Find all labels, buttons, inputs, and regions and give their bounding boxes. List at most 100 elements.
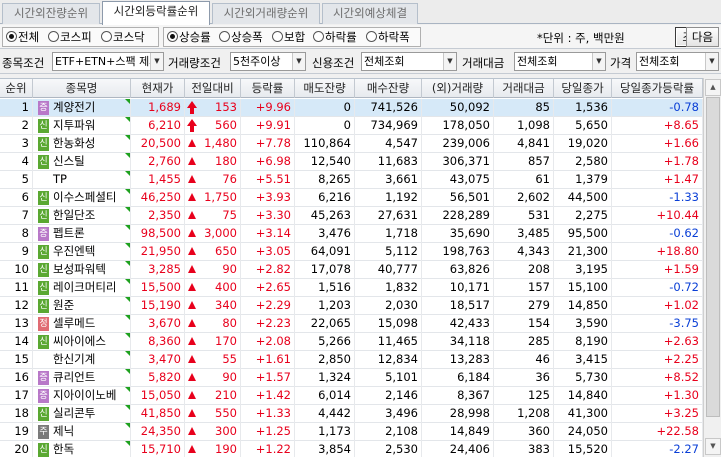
cell-close-rate: +1.47: [612, 171, 703, 189]
price-condition-select[interactable]: 전체조회 ▼: [636, 52, 719, 71]
table-row[interactable]: 17 증 지아이이노베 15,050 210 +1.42 6,014 2,146 8,367 12…: [0, 387, 703, 405]
volume-condition-select[interactable]: 5천주이상 ▼: [230, 52, 306, 71]
radio-sort-fall-amount[interactable]: 하락폭: [366, 29, 410, 45]
cell-amount: 2,602: [494, 189, 554, 207]
tab-overtime-change-rate[interactable]: 시간외등락률순위: [102, 1, 210, 25]
table-row[interactable]: 2 신 지투파워 6,210 560 +9.91 0 734,969 178,050 1,098 5…: [0, 117, 703, 135]
radio-dot-icon: [101, 31, 112, 42]
table-row[interactable]: 15 한신기계 3,470 55 +1.61 2,850 12,834 13,283 46 3,4…: [0, 351, 703, 369]
cell-close: 8,190: [554, 333, 612, 351]
radio-sort-flat[interactable]: 보합: [272, 29, 305, 45]
vertical-scrollbar[interactable]: ▲ ▼: [703, 78, 721, 457]
amount-condition-select[interactable]: 전체조회 ▼: [514, 52, 606, 71]
scroll-thumb[interactable]: [706, 97, 720, 417]
cell-price: 6,210: [131, 117, 185, 135]
next-button[interactable]: 다음: [686, 27, 719, 47]
table-row[interactable]: 14 신 씨아이에스 8,360 170 +2.08 5,266 11,465 34,118 28…: [0, 333, 703, 351]
column-header-change[interactable]: 전일대비: [185, 79, 241, 98]
tab-overtime-remaining[interactable]: 시간외잔량순위: [2, 3, 100, 24]
cell-change: 550: [185, 405, 241, 423]
stock-name[interactable]: 지투파워: [53, 118, 95, 132]
cell-volume: 43,075: [422, 171, 494, 189]
tab-overtime-expected[interactable]: 시간외예상체결: [322, 3, 418, 24]
volume-value: 42,433: [449, 316, 490, 330]
cell-close: 3,415: [554, 351, 612, 369]
stock-name[interactable]: 보성파워텍: [53, 262, 106, 276]
close-value: 8,190: [575, 334, 608, 348]
table-row[interactable]: 6 신 이수스페셜티 46,250 1,750 +3.93 6,216 1,192 56,501…: [0, 189, 703, 207]
stock-name[interactable]: 씨아이에스: [53, 334, 106, 348]
scroll-down-icon[interactable]: ▼: [705, 438, 721, 455]
table-row[interactable]: 16 증 큐리언트 5,820 90 +1.57 1,324 5,101 6,184 36 5,73…: [0, 369, 703, 387]
stock-name[interactable]: 신스틸: [53, 154, 85, 168]
rank-value: 20: [14, 442, 29, 456]
table-row[interactable]: 5 TP 1,455 76 +5.51 8,265 3,661 43,075 61 1,379 +1…: [0, 171, 703, 189]
stock-name[interactable]: 큐리언트: [53, 370, 95, 384]
item-condition-select[interactable]: ETF+ETN+스팩 제외 ▼: [52, 52, 164, 71]
column-header-name[interactable]: 종목명: [33, 79, 131, 98]
column-header-ask[interactable]: 매도잔량: [295, 79, 355, 98]
cell-ask: 64,091: [295, 243, 355, 261]
column-header-price[interactable]: 현재가: [131, 79, 185, 98]
stock-name[interactable]: 한독: [53, 442, 74, 456]
radio-market-kosdaq[interactable]: 코스닥: [101, 29, 145, 45]
column-header-amount[interactable]: 거래대금: [494, 79, 554, 98]
cell-close: 5,650: [554, 117, 612, 135]
table-row[interactable]: 8 증 펩트론 98,500 3,000 +3.14 3,476 1,718 35,690 3,4…: [0, 225, 703, 243]
radio-market-all[interactable]: 전체: [6, 29, 39, 45]
up-triangle-icon: [188, 319, 196, 327]
stock-name[interactable]: 펩트론: [53, 226, 85, 240]
stock-name[interactable]: 우진엔텍: [53, 244, 95, 258]
stock-name[interactable]: 지아이이노베: [53, 388, 116, 402]
column-header-volume[interactable]: (외)거래량: [422, 79, 494, 98]
table-row[interactable]: 7 신 한일단조 2,350 75 +3.30 45,263 27,631 228,289 531…: [0, 207, 703, 225]
cell-price: 41,850: [131, 405, 185, 423]
amount-value: 383: [528, 442, 550, 456]
table-row[interactable]: 19 주 제닉 24,350 300 +1.25 1,173 2,108 14,849 360 24…: [0, 423, 703, 441]
cell-close-rate: +2.63: [612, 333, 703, 351]
table-row[interactable]: 1 증 계양전기 1,689 153 +9.96 0 741,526 50,092 85 1,536…: [0, 99, 703, 117]
table-row[interactable]: 10 신 보성파워텍 3,285 90 +2.82 17,078 40,777 63,826 20…: [0, 261, 703, 279]
stock-name[interactable]: 원준: [53, 298, 74, 312]
table-row[interactable]: 9 신 우진엔텍 21,950 650 +3.05 64,091 5,112 198,763 4,…: [0, 243, 703, 261]
stock-name[interactable]: 실리콘투: [53, 406, 95, 420]
stock-name[interactable]: 제닉: [53, 424, 74, 438]
filter-bar: 종목조건 ETF+ETN+스팩 제외 ▼ 거래량조건 5천주이상 ▼ 신용조건 전체…: [0, 50, 721, 74]
credit-condition-select[interactable]: 전체조회 ▼: [361, 52, 457, 71]
stock-name[interactable]: TP: [53, 172, 67, 186]
radio-market-kospi[interactable]: 코스피: [48, 29, 92, 45]
table-row[interactable]: 13 정 셀루메드 3,670 80 +2.23 22,065 15,098 42,433 154…: [0, 315, 703, 333]
table-row[interactable]: 3 신 한농화성 20,500 1,480 +7.78 110,864 4,547 239,00…: [0, 135, 703, 153]
stock-name[interactable]: 이수스페셜티: [53, 190, 116, 204]
table-row[interactable]: 12 신 원준 15,190 340 +2.29 1,203 2,030 18,517 279 14…: [0, 297, 703, 315]
stock-name[interactable]: 계양전기: [53, 100, 95, 114]
change-value: 300: [215, 424, 237, 438]
column-header-rank[interactable]: 순위: [0, 79, 33, 98]
column-header-rate[interactable]: 등락률: [241, 79, 295, 98]
cell-name: 신 보성파워텍: [33, 261, 131, 279]
radio-dot-icon: [167, 31, 178, 42]
stock-name[interactable]: 한일단조: [53, 208, 95, 222]
table-row[interactable]: 18 신 실리콘투 41,850 550 +1.33 4,442 3,496 28,998 1,2…: [0, 405, 703, 423]
close-value: 95,500: [567, 226, 608, 240]
column-header-bid[interactable]: 매수잔량: [355, 79, 422, 98]
bid-value: 15,098: [377, 316, 418, 330]
table-row[interactable]: 11 신 레이크머티리 15,500 400 +2.65 1,516 1,832 10,171 1…: [0, 279, 703, 297]
radio-sort-fall-rate[interactable]: 하락률: [313, 29, 357, 45]
rank-value: 16: [14, 370, 29, 384]
radio-sort-rise-rate[interactable]: 상승률: [167, 29, 211, 45]
column-header-close-rate[interactable]: 당일종가등락률: [612, 79, 703, 98]
table-row[interactable]: 4 신 신스틸 2,760 180 +6.98 12,540 11,683 306,371 857…: [0, 153, 703, 171]
radio-sort-rise-amount[interactable]: 상승폭: [219, 29, 263, 45]
stock-name[interactable]: 셀루메드: [53, 316, 95, 330]
cell-close: 1,536: [554, 99, 612, 117]
cell-bid: 15,098: [355, 315, 422, 333]
column-header-close[interactable]: 당일종가: [554, 79, 612, 98]
scroll-up-icon[interactable]: ▲: [705, 79, 721, 96]
stock-name[interactable]: 한농화성: [53, 136, 95, 150]
stock-name[interactable]: 레이크머티리: [53, 280, 116, 294]
cell-name: 증 펩트론: [33, 225, 131, 243]
tab-overtime-volume[interactable]: 시간외거래량순위: [212, 3, 320, 24]
stock-name[interactable]: 한신기계: [53, 352, 95, 366]
table-row[interactable]: 20 신 한독 15,710 190 +1.22 3,854 2,530 24,406 383 15…: [0, 441, 703, 457]
